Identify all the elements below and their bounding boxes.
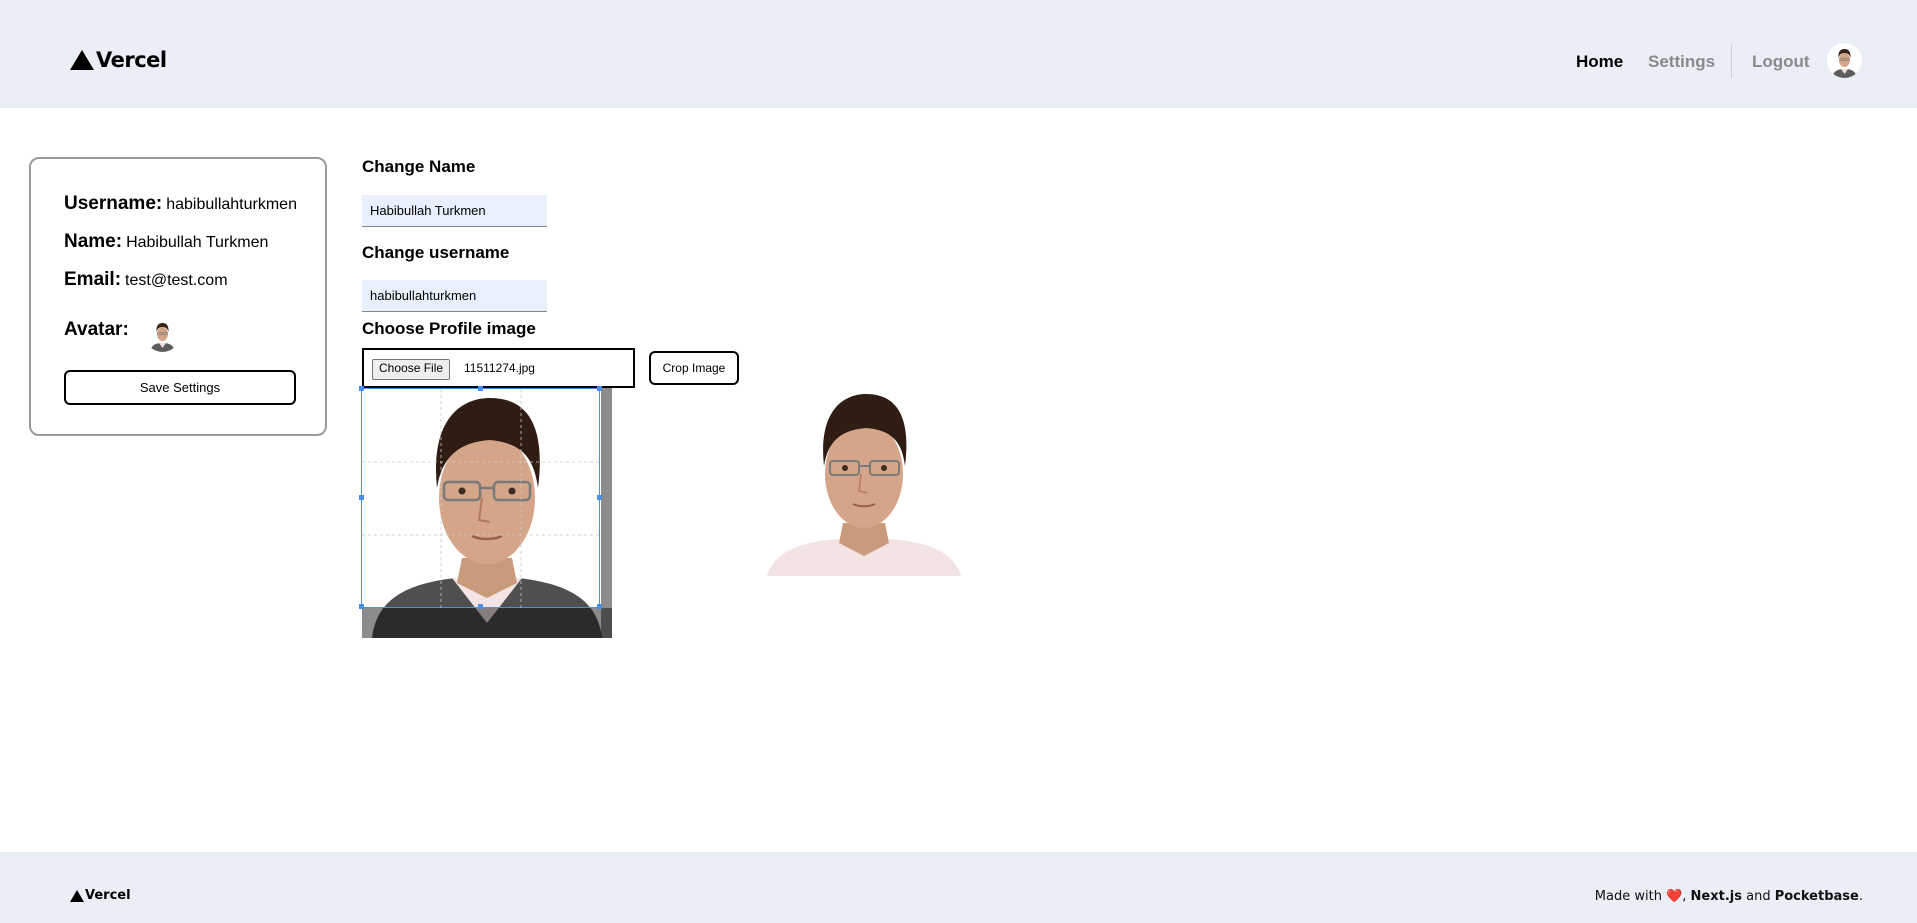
profile-card: Username: habibullahturkmen Name: Habibull…	[29, 157, 327, 436]
save-settings-button[interactable]: Save Settings	[64, 370, 296, 405]
crop-handle-sw[interactable]	[359, 604, 364, 609]
name-label: Name:	[64, 231, 123, 252]
cropped-preview-image	[765, 388, 963, 576]
footer-brand-name: Vercel	[85, 888, 131, 903]
vercel-triangle-icon	[70, 50, 94, 70]
email-value: test@test.com	[125, 272, 228, 289]
crop-handle-n[interactable]	[478, 386, 483, 391]
name-value: Habibullah Turkmen	[126, 234, 269, 251]
crop-handle-s[interactable]	[478, 604, 483, 609]
username-label: Username:	[64, 193, 163, 214]
name-row: Name: Habibullah Turkmen	[64, 231, 268, 253]
nav-home-link[interactable]: Home	[1576, 52, 1623, 72]
crop-selection-box[interactable]	[359, 386, 602, 609]
site-footer: Vercel Made with ❤️, Next.js and Pocketb…	[0, 852, 1917, 923]
file-input[interactable]: Choose File 11511274.jpg	[362, 348, 635, 388]
nav-logout-link[interactable]: Logout	[1752, 52, 1810, 72]
credits-period: .	[1858, 889, 1863, 904]
brand-name: Vercel	[96, 48, 167, 72]
avatar-row: Avatar:	[64, 319, 129, 341]
pocketbase-link[interactable]: Pocketbase	[1775, 889, 1859, 904]
footer-credits: Made with ❤️, Next.js and Pocketbase.	[1595, 889, 1863, 904]
person-photo-icon	[145, 317, 180, 352]
avatar-label: Avatar:	[64, 319, 129, 340]
nav-settings-link[interactable]: Settings	[1648, 52, 1715, 72]
change-username-title: Change username	[362, 243, 510, 262]
profile-avatar	[145, 317, 180, 352]
email-label: Email:	[64, 269, 122, 290]
crop-image-button[interactable]: Crop Image	[649, 351, 739, 385]
portrait-preview-photo	[765, 388, 963, 576]
credits-separator: ,	[1682, 889, 1691, 904]
username-input[interactable]	[362, 280, 547, 312]
crop-handle-w[interactable]	[359, 495, 364, 500]
profile-image-title: Choose Profile image	[362, 319, 536, 338]
made-with-text: Made with	[1594, 889, 1662, 904]
choose-file-button[interactable]: Choose File	[372, 359, 451, 380]
nav-divider	[1731, 45, 1732, 78]
crop-handle-e[interactable]	[597, 495, 602, 500]
footer-brand-logo[interactable]: Vercel	[70, 888, 131, 903]
email-row: Email: test@test.com	[64, 269, 228, 291]
crop-handle-ne[interactable]	[597, 386, 602, 391]
vercel-triangle-icon	[70, 889, 84, 902]
change-name-title: Change Name	[362, 157, 476, 176]
chosen-file-name: 11511274.jpg	[464, 361, 535, 375]
crop-handle-nw[interactable]	[359, 386, 364, 391]
brand-logo[interactable]: Vercel	[70, 48, 167, 72]
user-avatar[interactable]	[1827, 43, 1862, 78]
person-photo-icon	[1827, 43, 1862, 78]
username-row: Username: habibullahturkmen	[64, 193, 297, 215]
crop-handle-se[interactable]	[597, 604, 602, 609]
heart-icon: ❤️	[1666, 889, 1683, 904]
username-value: habibullahturkmen	[166, 196, 297, 213]
crop-grid	[362, 389, 601, 609]
name-input[interactable]	[362, 195, 547, 227]
credits-and: and	[1741, 889, 1775, 904]
site-header: Vercel Home Settings Logout	[0, 0, 1917, 108]
nextjs-link[interactable]: Next.js	[1691, 889, 1742, 904]
